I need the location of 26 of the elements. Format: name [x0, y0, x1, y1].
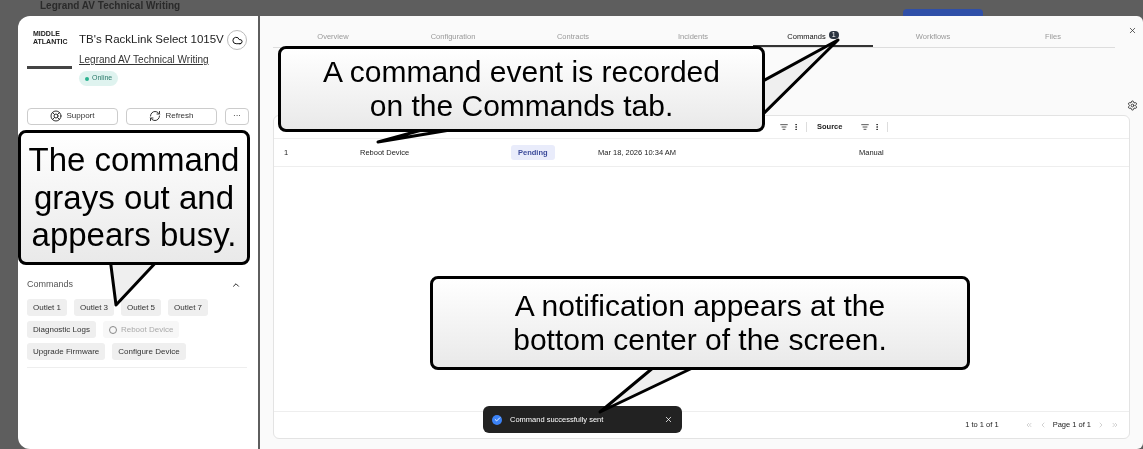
command-button[interactable]: Diagnostic Logs [27, 321, 96, 339]
more-button[interactable]: ··· [225, 107, 249, 125]
command-button[interactable]: Configure Device [112, 343, 186, 361]
column-menu-icon[interactable] [873, 123, 881, 131]
command-button[interactable]: Outlet 5 [121, 299, 162, 317]
support-icon [50, 110, 63, 123]
support-button[interactable]: Support [27, 107, 118, 125]
callout-text: A command event is recorded on the Commands tab. [278, 46, 765, 132]
command-button[interactable]: Upgrade Firmware [27, 343, 106, 361]
success-icon [492, 414, 502, 425]
refresh-icon [149, 110, 162, 123]
command-button[interactable]: Outlet 3 [74, 299, 115, 317]
column-menu-icon[interactable] [792, 123, 800, 131]
device-name: TB's RackLink Select 1015V [79, 32, 225, 47]
close-icon[interactable] [1128, 26, 1137, 35]
cloud-icon [231, 34, 243, 46]
settings-icon[interactable] [1127, 100, 1138, 111]
refresh-button[interactable]: Refresh [126, 107, 217, 125]
filter-icon[interactable] [861, 123, 869, 131]
callout-text: A notification appears at the bottom center of the screen. [430, 276, 970, 370]
filter-icon[interactable] [780, 123, 788, 131]
command-button[interactable]: Outlet 7 [168, 299, 209, 317]
command-button[interactable]: Outlet 1 [27, 299, 67, 317]
callout-text: The command grays out and appears busy. [18, 130, 250, 265]
organization-link[interactable]: Legrand AV Technical Writing [79, 52, 227, 68]
commands-heading: Commands [27, 277, 73, 291]
